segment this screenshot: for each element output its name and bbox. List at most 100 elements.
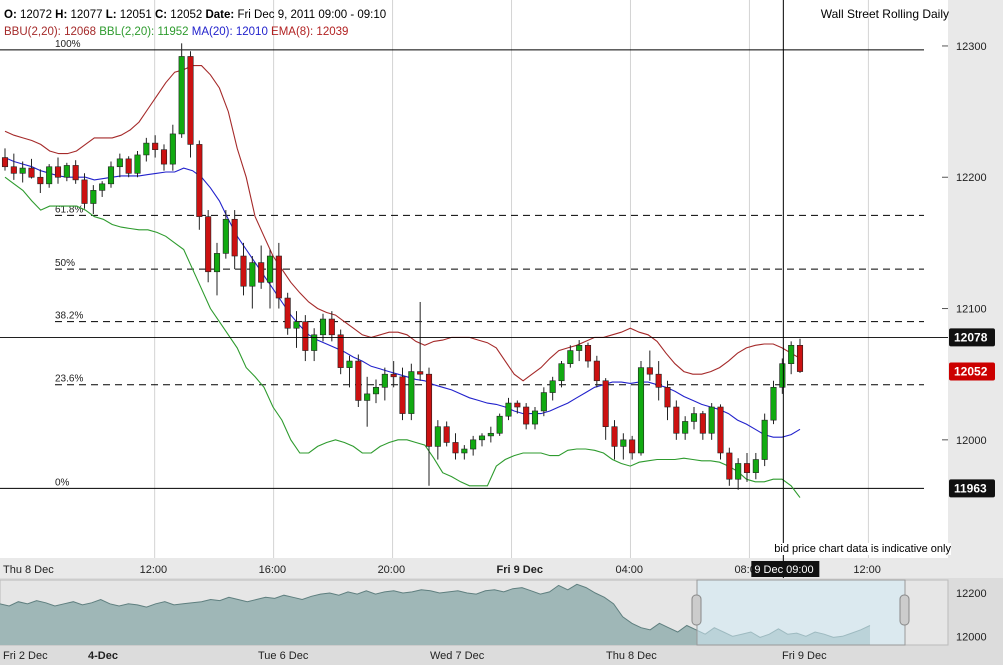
candle-body-up: [134, 154, 141, 174]
plot-area: [0, 0, 948, 558]
candle-body-down: [37, 176, 44, 185]
time-axis-label: 16:00: [259, 564, 287, 576]
ohlc-label: H:: [55, 9, 70, 21]
candle-body-up: [788, 345, 795, 364]
candle-body-down: [673, 406, 680, 434]
candle-body-up: [63, 165, 70, 178]
candle-body-up: [346, 360, 353, 368]
candle-body-up: [682, 421, 689, 434]
overview-axis-label: Wed 7 Dec: [430, 650, 485, 662]
candle-body-up: [90, 190, 97, 204]
candle-body-down: [743, 463, 751, 473]
candle-body-down: [54, 166, 62, 178]
overview-axis-label: 4-Dec: [88, 650, 118, 662]
candle-body-down: [196, 144, 203, 217]
ohlc-value: 12077: [71, 9, 106, 21]
candle-body-up: [116, 158, 123, 168]
time-axis-label: Thu 8 Dec: [3, 564, 54, 576]
candle-body-down: [443, 426, 450, 443]
ohlc-readout: O: 12072 H: 12077 L: 12051 C: 12052 Date…: [4, 9, 386, 21]
indicator-label: BBL(2,20):: [99, 26, 157, 38]
ohlc-label: C:: [155, 9, 170, 21]
candle-body-down: [205, 216, 212, 273]
overview-selection-window: [696, 579, 906, 646]
overview-price-label: 12200: [956, 588, 987, 600]
candle-body-down: [629, 439, 636, 454]
candle: [637, 361, 645, 456]
chart-canvas[interactable]: Thu 8 Dec 12:00 16:00 20:00 Fri 9 Dec 04:00 08…: [0, 0, 1003, 665]
candle-body-down: [240, 255, 247, 287]
candle: [134, 150, 141, 178]
candle-body-down: [796, 345, 804, 372]
candle-body-up: [381, 373, 388, 388]
candle: [337, 329, 344, 375]
price-axis-label: 12200: [956, 172, 987, 184]
candle: [770, 380, 777, 425]
last-price-badge-text: 12052: [954, 365, 988, 379]
candle: [196, 140, 203, 230]
overview-handle-right: [899, 594, 910, 626]
candle-body-up: [779, 363, 786, 388]
candle-body-up: [576, 345, 583, 351]
overview-axis-label: Thu 8 Dec: [606, 650, 657, 662]
candle-body-down: [187, 56, 194, 145]
ohlc-value: 12051: [120, 9, 155, 21]
candle-body-down: [523, 406, 530, 425]
date-value: Fri Dec 9, 2011 09:00 - 09:10: [237, 9, 386, 21]
candle-body-up: [761, 419, 768, 460]
indicator-value: 12068: [64, 26, 99, 38]
candle-body-down: [72, 165, 79, 181]
fib-level-label: 100%: [55, 39, 81, 50]
candle-body-up: [770, 387, 777, 421]
candle-body-down: [717, 406, 724, 454]
indicator-legend: BBU(2,20): 12068 BBL(2,20): 11952 MA(20)…: [4, 26, 348, 38]
candle-body-up: [470, 439, 477, 450]
overview-axis-label: Fri 2 Dec: [3, 650, 48, 662]
time-axis-label: 12:00: [853, 564, 881, 576]
price-axis-label: 12000: [956, 435, 987, 447]
candle-body-down: [355, 360, 362, 401]
candle-body-up: [531, 410, 539, 425]
candle-body-up: [19, 167, 26, 174]
candle-body-down: [417, 371, 424, 375]
candle-body-down: [10, 166, 17, 174]
ohlc-value: 12052: [170, 9, 205, 21]
candle: [355, 354, 362, 408]
fib-level-label: 0%: [55, 477, 70, 488]
candle: [187, 51, 194, 158]
candle-body-up: [637, 367, 645, 454]
disclaimer: bid price chart data is indicative only: [774, 543, 951, 555]
candle-body-down: [611, 426, 618, 447]
candle-body-up: [293, 321, 300, 329]
price-axis-label: 12300: [956, 41, 987, 53]
candle-body-up: [222, 218, 229, 254]
candle: [205, 210, 212, 283]
overview-price-label: 12000: [956, 631, 987, 643]
candle-body-down: [399, 376, 406, 414]
candle-body-down: [160, 149, 168, 165]
candle-body-up: [107, 166, 115, 185]
candle-body-up: [708, 406, 715, 434]
overview-handle-left: [691, 594, 702, 626]
indicator-label: EMA(8):: [271, 26, 316, 38]
candle-body-up: [143, 142, 150, 156]
low-price-badge-text: 11963: [954, 481, 987, 495]
candle-body-down: [302, 321, 309, 351]
candle-body-up: [567, 350, 574, 364]
candle-body-down: [726, 452, 733, 480]
candle-body-down: [655, 373, 662, 388]
fib-level-label: 50%: [55, 258, 75, 269]
candle-body-up: [558, 363, 565, 382]
candle-body-down: [699, 413, 706, 434]
candle-body-down: [514, 402, 521, 408]
time-axis-label: 04:00: [615, 564, 643, 576]
ohlc-label: L:: [106, 9, 120, 21]
chart-window: Thu 8 Dec 12:00 16:00 20:00 Fri 9 Dec 04:00 08…: [0, 0, 1003, 665]
overview-axis-label: Fri 9 Dec: [782, 650, 827, 662]
crosshair-time-text: 9 Dec 09:00: [754, 564, 813, 576]
candle: [408, 363, 415, 421]
fib-level-label: 38.2%: [55, 311, 83, 322]
candle-body-up: [620, 439, 627, 447]
candle-body-up: [266, 255, 274, 283]
time-axis-label: 12:00: [140, 564, 168, 576]
